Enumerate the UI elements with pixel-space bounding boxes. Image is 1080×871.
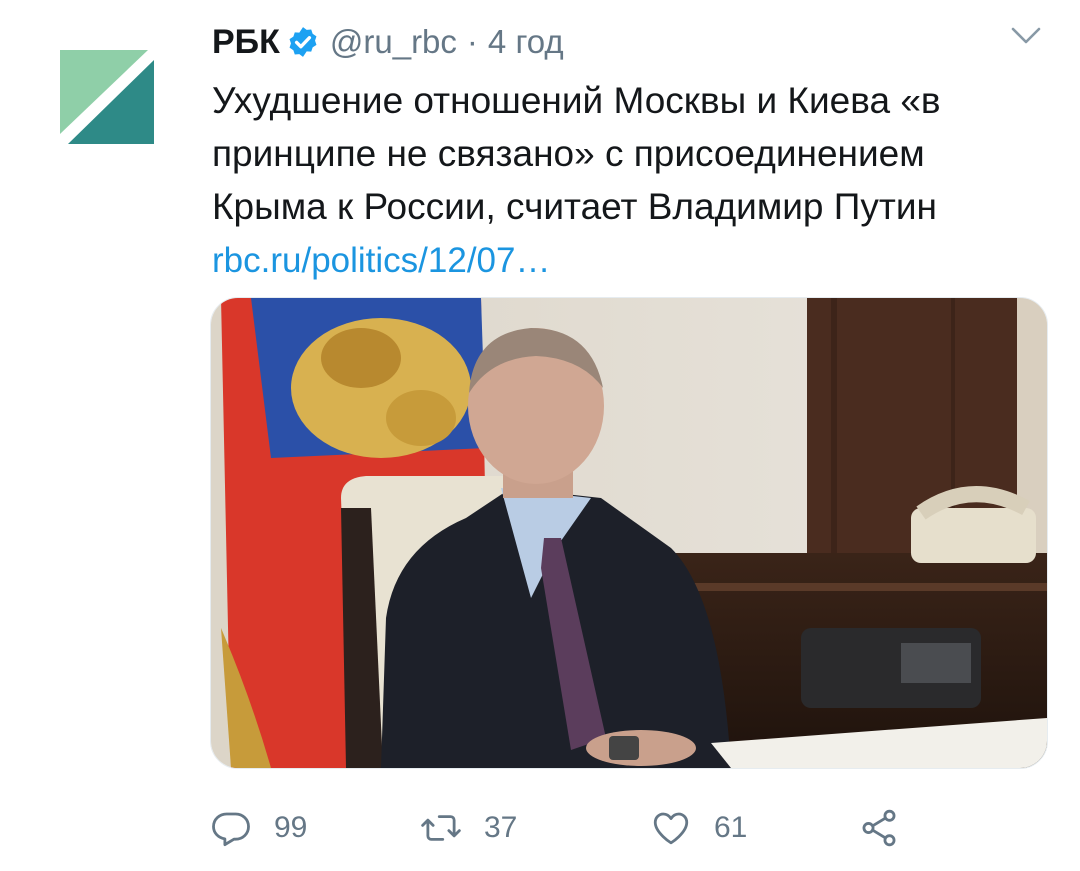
retweet-button[interactable]: 37	[420, 800, 517, 856]
chevron-down-icon[interactable]	[1010, 26, 1042, 46]
retweet-count: 37	[484, 811, 518, 844]
like-count: 61	[714, 811, 748, 844]
tweet-text-line: Ухудшение отношений Москвы и Киева «в	[212, 80, 941, 121]
share-icon	[862, 809, 896, 847]
like-button[interactable]: 61	[650, 800, 747, 856]
photo-image	[211, 298, 1047, 768]
reply-button[interactable]: 99	[210, 800, 307, 856]
avatar[interactable]	[60, 50, 154, 144]
author-handle[interactable]: @ru_rbc	[330, 23, 457, 61]
tweet-text-line: Крыма к России, считает Владимир Путин	[212, 186, 937, 227]
tweet-text: Ухудшение отношений Москвы и Киева «в пр…	[212, 74, 1052, 287]
tweet-header: РБК @ru_rbc · 4 год	[212, 18, 564, 66]
retweet-icon	[421, 815, 461, 841]
article-link[interactable]: rbc.ru/politics/12/07…	[212, 234, 550, 287]
action-bar: 99 37 61	[210, 800, 930, 856]
share-button[interactable]	[858, 800, 900, 856]
tweet-timestamp[interactable]: 4 год	[488, 23, 564, 61]
reply-icon	[212, 812, 250, 847]
heart-icon	[653, 812, 689, 845]
tweet-photo[interactable]	[210, 297, 1048, 769]
verified-badge-icon	[289, 27, 317, 57]
separator-dot: ·	[466, 23, 478, 60]
reply-count: 99	[274, 811, 308, 844]
rbc-logo-icon	[60, 50, 154, 144]
author-name[interactable]: РБК	[212, 23, 280, 62]
tweet-text-line: принципе не связано» с присоединением	[212, 133, 925, 174]
